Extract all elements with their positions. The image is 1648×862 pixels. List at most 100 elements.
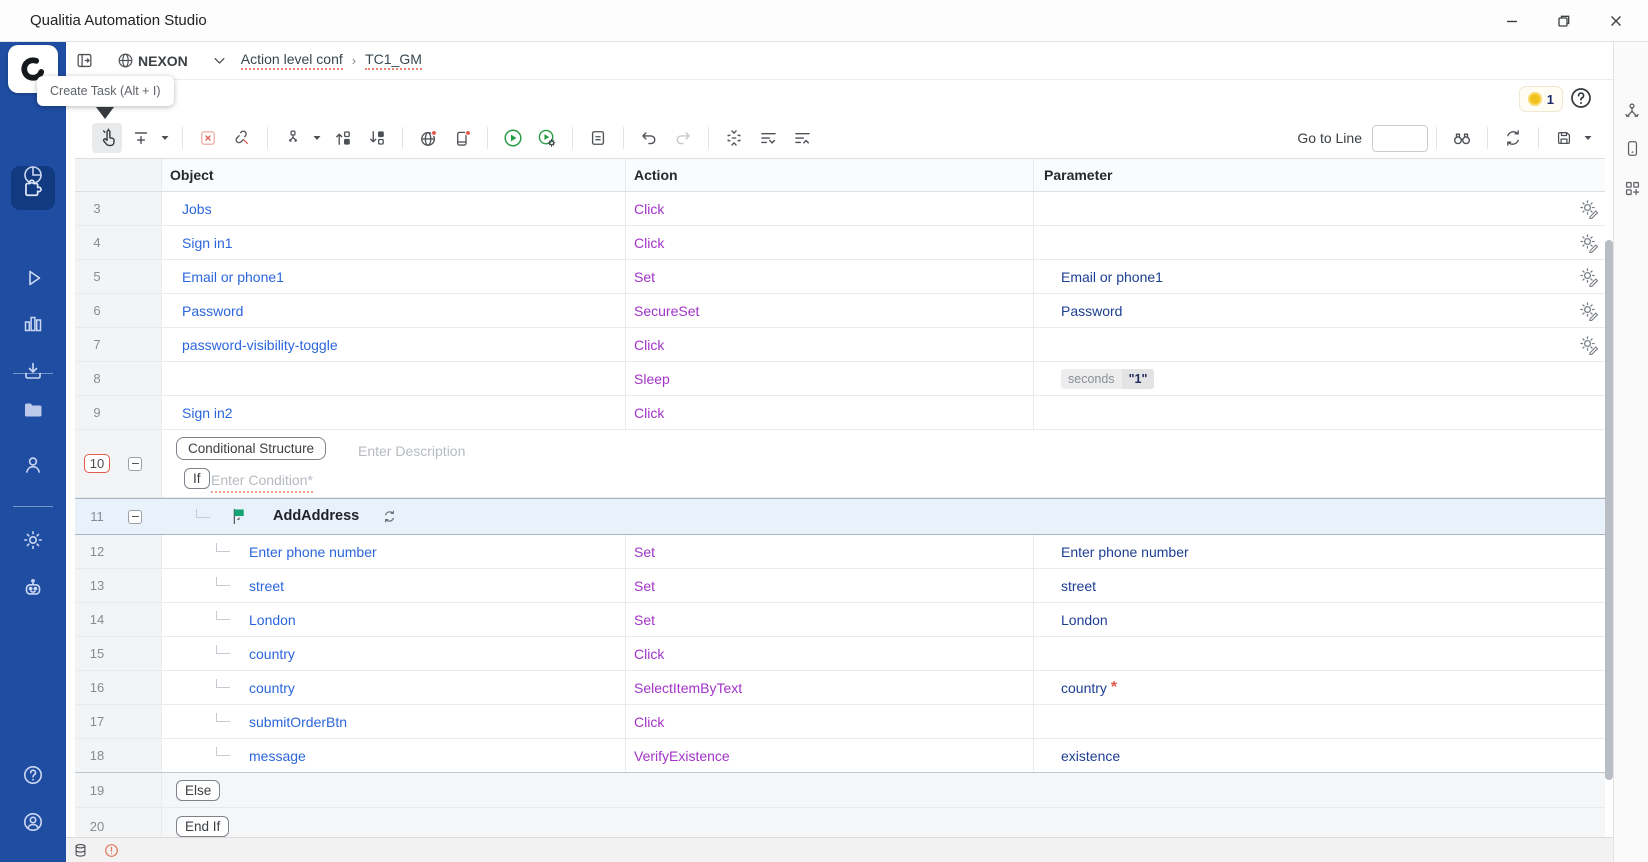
find-button[interactable] <box>1447 123 1477 153</box>
collapse-block-button[interactable] <box>719 123 749 153</box>
run-settings-button[interactable] <box>532 123 562 153</box>
expand-all-button[interactable] <box>753 123 783 153</box>
parameter-link[interactable]: London <box>1061 612 1108 628</box>
add-step-button[interactable] <box>126 123 156 153</box>
create-task-button[interactable] <box>92 123 122 153</box>
mobile-recorder-button[interactable] <box>447 123 477 153</box>
action-link[interactable]: Set <box>634 578 655 594</box>
task-sync-icon[interactable] <box>382 509 397 524</box>
step-settings-gear-icon[interactable] <box>1579 233 1599 253</box>
maximize-button[interactable] <box>1538 0 1590 42</box>
tasks-puzzle-icon[interactable] <box>15 170 51 206</box>
step-settings-gear-icon[interactable] <box>1579 199 1599 219</box>
redo-button[interactable] <box>668 123 698 153</box>
action-link[interactable]: Set <box>634 269 655 285</box>
credits-badge[interactable]: 1 <box>1518 86 1563 112</box>
minimize-button[interactable] <box>1486 0 1538 42</box>
step-settings-gear-icon[interactable] <box>1579 301 1599 321</box>
reports-bar-chart-icon[interactable] <box>15 306 51 342</box>
subheader: 1 <box>66 80 1613 118</box>
row-number-cell: 20 <box>75 808 161 837</box>
breadcrumb-testcase-group[interactable]: Action level conf <box>240 51 343 70</box>
undo-button[interactable] <box>634 123 664 153</box>
parameter-value-chip[interactable]: "1" <box>1121 368 1155 389</box>
add-step-caret[interactable] <box>158 123 172 153</box>
breadcrumb-testcase[interactable]: TC1_GM <box>365 51 422 70</box>
import-download-icon[interactable] <box>15 353 51 389</box>
device-phone-icon[interactable] <box>1621 137 1643 159</box>
collapse-all-button[interactable] <box>787 123 817 153</box>
conditional-structure-button[interactable] <box>278 123 308 153</box>
object-link[interactable]: street <box>249 578 284 594</box>
description-placeholder[interactable]: Enter Description <box>358 443 465 459</box>
move-up-button[interactable] <box>328 123 358 153</box>
users-person-icon[interactable] <box>15 447 51 483</box>
run-play-icon[interactable] <box>15 260 51 296</box>
action-link[interactable]: Click <box>634 405 664 421</box>
object-link[interactable]: Email or phone1 <box>182 269 284 285</box>
object-link[interactable]: Sign in2 <box>182 405 233 421</box>
web-recorder-button[interactable] <box>413 123 443 153</box>
action-link[interactable]: VerifyExistence <box>634 748 730 764</box>
action-link[interactable]: Click <box>634 337 664 353</box>
account-icon[interactable] <box>15 804 51 840</box>
object-repository-3d-icon[interactable] <box>1621 100 1643 122</box>
projects-folder-icon[interactable] <box>15 392 51 428</box>
parameter-link[interactable]: Password <box>1061 303 1122 319</box>
conditional-structure-caret[interactable] <box>310 123 324 153</box>
database-icon[interactable] <box>72 842 89 859</box>
action-link[interactable]: Sleep <box>634 371 670 387</box>
parameter-link[interactable]: street <box>1061 578 1096 594</box>
object-link[interactable]: submitOrderBtn <box>249 714 347 730</box>
object-link[interactable]: password-visibility-toggle <box>182 337 338 353</box>
vertical-scrollbar[interactable] <box>1605 240 1613 780</box>
object-link[interactable]: Jobs <box>182 201 212 217</box>
object-link[interactable]: Enter phone number <box>249 544 377 560</box>
task-name[interactable]: AddAddress <box>273 508 359 524</box>
panel-open-icon[interactable] <box>75 51 94 70</box>
object-link[interactable]: Password <box>182 303 243 319</box>
condition-placeholder[interactable]: Enter Condition* <box>211 472 313 493</box>
chevron-down-icon[interactable] <box>212 53 227 68</box>
action-link[interactable]: Click <box>634 646 664 662</box>
action-link[interactable]: Set <box>634 544 655 560</box>
bot-icon[interactable] <box>15 570 51 606</box>
save-button[interactable] <box>1549 123 1579 153</box>
step-settings-gear-icon[interactable] <box>1579 267 1599 287</box>
step-settings-gear-icon[interactable] <box>1579 335 1599 355</box>
action-link[interactable]: Click <box>634 714 664 730</box>
save-options-caret[interactable] <box>1581 123 1595 153</box>
help-icon[interactable] <box>15 757 51 793</box>
parameter-link[interactable]: Email or phone1 <box>1061 269 1163 285</box>
object-link[interactable]: message <box>249 748 306 764</box>
object-link[interactable]: London <box>249 612 296 628</box>
action-link[interactable]: Click <box>634 235 664 251</box>
notes-button[interactable] <box>583 123 613 153</box>
goto-line-input[interactable] <box>1372 124 1428 152</box>
parameter-link[interactable]: existence <box>1061 748 1120 764</box>
action-link[interactable]: Set <box>634 612 655 628</box>
collapse-toggle[interactable] <box>128 509 142 524</box>
object-link[interactable]: country <box>249 646 295 662</box>
close-button[interactable] <box>1590 0 1642 42</box>
action-link[interactable]: SecureSet <box>634 303 699 319</box>
parameter-link[interactable]: Enter phone number <box>1061 544 1189 560</box>
add-widget-grid-icon[interactable] <box>1621 177 1643 199</box>
action-link[interactable]: Click <box>634 201 664 217</box>
run-button[interactable] <box>498 123 528 153</box>
settings-gear-icon[interactable] <box>15 522 51 558</box>
collapse-toggle[interactable] <box>128 456 142 471</box>
alert-icon[interactable] <box>103 842 120 859</box>
unlink-button[interactable] <box>227 123 257 153</box>
action-link[interactable]: SelectItemByText <box>634 680 742 696</box>
move-down-button[interactable] <box>362 123 392 153</box>
help-button[interactable] <box>1569 86 1593 110</box>
parameter-cell: Enter phone number <box>1033 535 1605 568</box>
project-name[interactable]: NEXON <box>138 53 188 69</box>
object-link[interactable]: country <box>249 680 295 696</box>
task-flag-icon[interactable] <box>232 508 247 525</box>
object-link[interactable]: Sign in1 <box>182 235 233 251</box>
delete-step-button[interactable] <box>193 123 223 153</box>
parameter-link[interactable]: country <box>1061 680 1107 696</box>
sync-button[interactable] <box>1498 123 1528 153</box>
